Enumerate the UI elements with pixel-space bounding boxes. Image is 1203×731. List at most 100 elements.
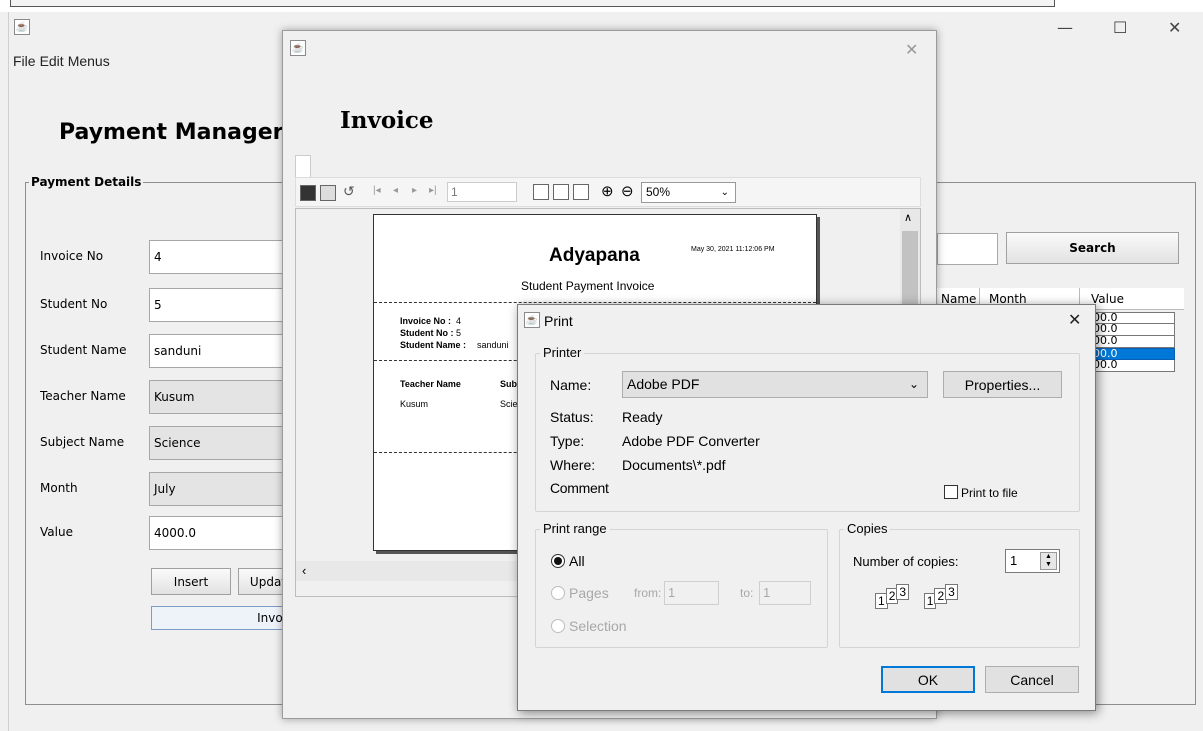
report-invoice-no: 4 <box>456 316 462 326</box>
close-icon[interactable]: ✕ <box>1168 18 1181 37</box>
copies-stepper[interactable]: 1 ▲ ▼ <box>1005 549 1060 573</box>
print-dialog: ☕ Print ✕ Printer Name: Adobe PDF ⌄ Prop… <box>517 304 1096 711</box>
page-number-field[interactable]: 1 <box>447 182 517 202</box>
menu-menus[interactable]: Menus <box>68 53 110 69</box>
report-student-no: 5 <box>456 328 462 338</box>
insert-button[interactable]: Insert <box>151 568 231 595</box>
java-app-icon: ☕ <box>524 312 540 328</box>
subject-name-field[interactable]: Science <box>149 426 291 460</box>
copies-group <box>839 529 1080 648</box>
first-page-icon[interactable]: |◂ <box>373 185 381 196</box>
actual-size-icon[interactable] <box>533 184 549 200</box>
minimize-icon[interactable]: — <box>1057 18 1073 37</box>
copies-legend: Copies <box>844 521 891 536</box>
all-label[interactable]: All <box>569 553 585 569</box>
selection-radio[interactable] <box>551 619 565 633</box>
name-label: Name: <box>550 377 592 393</box>
menu-edit[interactable]: Edit <box>40 53 64 69</box>
search-input[interactable] <box>937 233 998 265</box>
where-value: Documents\*.pdf <box>622 457 726 473</box>
background-progress-bar <box>10 0 1055 7</box>
type-value: Adobe PDF Converter <box>622 433 760 449</box>
zoom-out-icon[interactable]: ⊖ <box>621 182 634 200</box>
report-date: May 30, 2021 11:12:06 PM <box>691 246 775 253</box>
month-field[interactable]: July <box>149 472 291 506</box>
print-icon[interactable] <box>320 185 336 201</box>
report-student-no-label: Student No : <box>400 328 454 338</box>
menu-bar: File Edit Menus <box>13 53 114 69</box>
pages-radio[interactable] <box>551 586 565 600</box>
last-page-icon[interactable]: ▸| <box>429 185 437 196</box>
page-title: Payment Manager <box>59 120 284 145</box>
maximize-icon[interactable]: ☐ <box>1113 18 1127 37</box>
printer-group-legend: Printer <box>540 345 585 360</box>
report-teacher-value: Kusum <box>400 399 429 409</box>
zoom-select[interactable]: 50% ⌄ <box>641 182 736 203</box>
student-name-field[interactable]: sanduni <box>149 334 291 368</box>
java-app-icon: ☕ <box>14 19 30 35</box>
save-icon[interactable] <box>300 185 316 201</box>
invoice-button[interactable]: Invoi <box>151 606 291 630</box>
to-field[interactable]: 1 <box>759 581 811 605</box>
type-label: Type: <box>550 433 585 449</box>
viewer-toolbar: ↺ |◂ ◂ ▸ ▸| 1 ⊕ ⊖ 50% ⌄ <box>295 177 921 207</box>
report-teacher-header: Teacher Name <box>400 379 461 389</box>
copies-value: 1 <box>1010 553 1018 568</box>
scroll-left-icon[interactable]: ‹ <box>302 563 306 578</box>
value-label: Value <box>40 525 73 539</box>
copies-label: Number of copies: <box>853 554 959 569</box>
reload-icon[interactable]: ↺ <box>343 183 355 200</box>
printer-name-value: Adobe PDF <box>627 376 700 392</box>
pages-label[interactable]: Pages <box>569 585 609 601</box>
student-name-label: Student Name <box>40 343 127 357</box>
report-student-name: sanduni <box>477 340 509 350</box>
print-dialog-title: Print <box>544 313 573 329</box>
invoice-title: Invoice <box>340 107 434 134</box>
printer-name-select[interactable]: Adobe PDF ⌄ <box>622 371 928 398</box>
teacher-name-field[interactable]: Kusum <box>149 380 291 414</box>
selection-label[interactable]: Selection <box>569 618 627 634</box>
from-label: from: <box>634 586 662 600</box>
background-window-strip <box>0 0 1203 12</box>
print-range-legend: Print range <box>540 521 610 536</box>
subject-name-label: Subject Name <box>40 435 125 449</box>
report-invoice-no-label: Invoice No : <box>400 316 452 326</box>
fit-width-icon[interactable] <box>573 184 589 200</box>
ok-button[interactable]: OK <box>881 666 975 693</box>
student-no-field[interactable]: 5 <box>149 288 291 322</box>
zoom-value: 50% <box>646 185 671 199</box>
stepper-arrows-icon[interactable]: ▲ ▼ <box>1040 552 1057 570</box>
cancel-button[interactable]: Cancel <box>985 666 1079 693</box>
to-label: to: <box>740 586 754 600</box>
table-row[interactable]: 00.0 <box>1091 359 1175 372</box>
print-to-file-label[interactable]: Print to file <box>961 486 1018 500</box>
print-close-icon[interactable]: ✕ <box>1068 310 1081 329</box>
invoice-close-icon[interactable]: ✕ <box>905 40 918 59</box>
invoice-no-label: Invoice No <box>40 249 104 263</box>
report-divider <box>374 302 816 303</box>
all-radio[interactable] <box>551 554 565 568</box>
where-label: Where: <box>550 457 596 473</box>
fit-page-icon[interactable] <box>553 184 569 200</box>
viewer-tab[interactable] <box>295 155 311 177</box>
value-field[interactable]: 4000.0 <box>149 516 291 550</box>
menu-file[interactable]: File <box>13 53 36 69</box>
next-page-icon[interactable]: ▸ <box>412 185 417 196</box>
from-field[interactable]: 1 <box>664 581 719 605</box>
zoom-in-icon[interactable]: ⊕ <box>601 182 614 200</box>
search-button[interactable]: Search <box>1006 232 1179 264</box>
properties-button[interactable]: Properties... <box>943 371 1062 398</box>
print-to-file-checkbox[interactable] <box>944 485 958 499</box>
report-subject-value: Scie <box>500 399 518 409</box>
student-no-label: Student No <box>40 297 108 311</box>
report-subject-header: Sub <box>500 379 517 389</box>
invoice-no-field[interactable]: 4 <box>149 240 291 274</box>
month-label: Month <box>40 481 78 495</box>
table-value-column: 00.0 00.0 00.0 00.0 00.0 <box>1091 312 1175 372</box>
scroll-up-icon[interactable]: ∧ <box>904 211 912 224</box>
payment-details-legend: Payment Details <box>29 175 144 189</box>
report-student-name-label: Student Name : <box>400 340 467 350</box>
previous-page-icon[interactable]: ◂ <box>393 185 398 196</box>
java-app-icon: ☕ <box>290 40 306 56</box>
report-company: Adyapana <box>549 245 640 266</box>
